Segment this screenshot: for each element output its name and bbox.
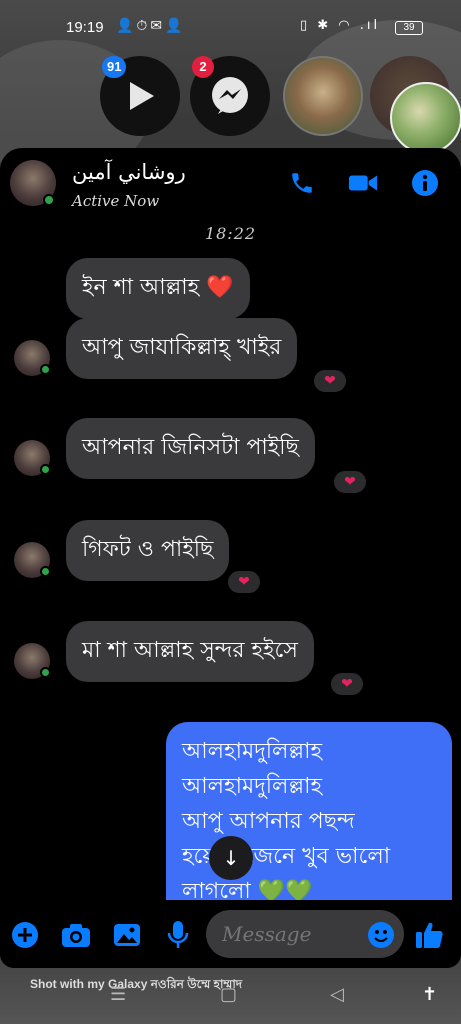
incoming-message[interactable]: আপনার জিনিসটা পাইছি [66, 418, 315, 479]
incoming-message[interactable]: গিফট ও পাইছি [66, 520, 230, 581]
conversation-info-button[interactable] [410, 168, 440, 198]
online-indicator [40, 464, 51, 475]
message-line: আলহামদুলিল্লাহ [182, 774, 323, 799]
thumbs-up-icon [416, 922, 443, 948]
smiley-icon [368, 922, 394, 948]
online-indicator [40, 566, 51, 577]
video-camera-icon [348, 175, 378, 191]
message-composer [0, 900, 461, 968]
online-indicator [40, 364, 51, 375]
notification-icons: 👤⏱✉👤 [116, 18, 186, 34]
status-bar: 19:19 👤⏱✉👤 ▯ ✱ ◠ .ıl 39 [0, 14, 461, 46]
message-line: আলহামদুলিল্লাহ [182, 739, 323, 764]
messenger-chat-head[interactable]: 2 [190, 56, 270, 136]
accessibility-icon[interactable]: ✝ [422, 984, 437, 1005]
back-icon[interactable]: ◁ [330, 984, 344, 1005]
unread-badge: 91 [102, 56, 127, 78]
chat-heads: 91 2 [0, 56, 461, 154]
gallery-button[interactable] [112, 920, 142, 950]
battery-icon: 39 [395, 21, 423, 35]
contact-name[interactable]: روشاني آمين [72, 160, 186, 184]
camera-button[interactable] [61, 920, 91, 950]
more-actions-button[interactable] [10, 920, 40, 950]
voice-call-button[interactable] [287, 168, 317, 198]
emoji-button[interactable] [366, 920, 396, 950]
online-indicator [43, 194, 55, 206]
message-timestamp: 18:22 [204, 224, 257, 243]
home-icon[interactable]: ▢ [220, 984, 237, 1005]
phone-icon [292, 173, 312, 193]
scroll-to-bottom-button[interactable]: ↓ [209, 836, 253, 880]
incoming-message[interactable]: মা শা আল্লাহ সুন্দর হইসে [66, 621, 314, 682]
message-line: আপু আপনার পছন্দ [182, 809, 355, 834]
status-time: 19:19 [66, 19, 104, 36]
camera-icon [62, 924, 90, 947]
plus-icon [12, 922, 38, 948]
heart-reaction[interactable]: ❤ [226, 569, 262, 595]
video-app-chat-head[interactable]: 91 [100, 56, 180, 136]
heart-reaction[interactable]: ❤ [332, 469, 368, 495]
heart-reaction[interactable]: ❤ [312, 368, 348, 394]
info-icon [412, 170, 438, 196]
outgoing-message[interactable]: আলহামদুলিল্লাহ আলহামদুলিল্লাহ আপু আপনার … [166, 722, 452, 912]
video-call-button[interactable] [348, 168, 378, 198]
like-button[interactable] [414, 920, 444, 950]
heart-reaction[interactable]: ❤ [329, 671, 365, 697]
active-status: Active Now [72, 192, 160, 210]
contact-chat-head[interactable] [390, 82, 461, 154]
online-indicator [40, 667, 51, 678]
unread-badge: 2 [192, 56, 214, 78]
microphone-icon [167, 921, 189, 948]
connectivity-icons: ▯ ✱ ◠ .ıl [300, 18, 381, 33]
contact-chat-head[interactable] [283, 56, 363, 136]
chat-header: روشاني آمين Active Now [0, 148, 461, 218]
incoming-message[interactable]: ইন শা আল্লাহ ❤️ [66, 258, 250, 319]
chat-panel: روشاني آمين Active Now 18:22 ইন শা আল্লা… [0, 148, 461, 968]
arrow-down-icon: ↓ [222, 846, 240, 870]
recent-apps-icon[interactable]: ☰ [110, 984, 126, 1005]
incoming-message[interactable]: আপু জাযাকিল্লাহ্ খাইর [66, 318, 298, 379]
image-icon [114, 924, 140, 946]
voice-message-button[interactable] [163, 920, 193, 950]
system-navigation-bar: ☰ ▢ ◁ ✝ [0, 984, 461, 1014]
